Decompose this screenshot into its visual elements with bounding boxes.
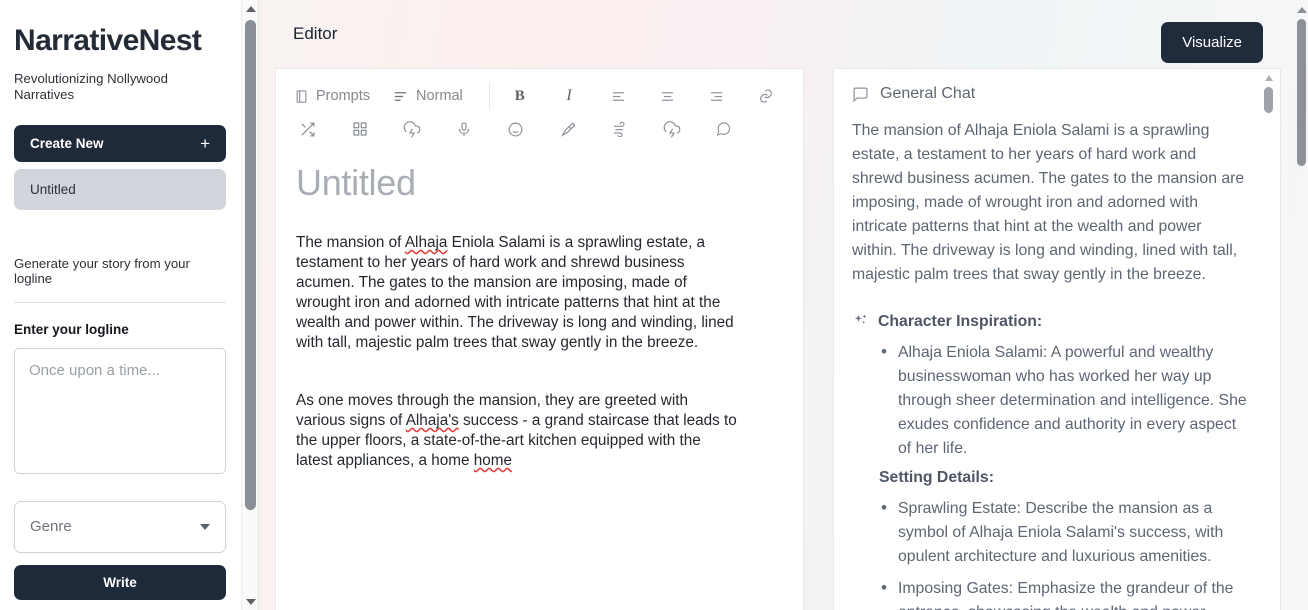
editor-toolbar: Prompts Normal B I <box>276 69 803 148</box>
app-brand-title: NarrativeNest <box>14 24 202 57</box>
align-right-button[interactable] <box>705 83 729 109</box>
scroll-up-arrow-icon[interactable] <box>242 0 259 17</box>
create-new-button[interactable]: Create New + <box>14 124 226 162</box>
smiley-icon[interactable] <box>502 116 529 142</box>
chevron-down-icon <box>200 523 210 530</box>
paragraph-1-text-a: The mansion of <box>296 234 405 251</box>
chat-scrollbar-thumb[interactable] <box>1264 87 1273 113</box>
spellcheck-word: Alhaja's <box>405 412 459 429</box>
cloud-lightning-2-icon[interactable] <box>658 116 685 142</box>
document-paragraph-2: As one moves through the mansion, they a… <box>296 391 741 471</box>
scroll-down-arrow-icon[interactable] <box>242 593 259 610</box>
logline-field-label: Enter your logline <box>14 321 129 337</box>
main-region: Editor Visualize Prompts Normal B I Unti… <box>259 0 1308 610</box>
chat-scrollbar[interactable] <box>1262 75 1275 606</box>
paragraph-style-label: Normal <box>416 88 463 104</box>
toolbar-divider <box>488 83 490 109</box>
prompts-label: Prompts <box>316 88 370 104</box>
generate-hint-text: Generate your story from your logline <box>14 255 190 286</box>
chat-panel: General Chat The mansion of Alhaja Eniol… <box>833 68 1281 610</box>
page-title: Editor <box>293 24 338 43</box>
write-button[interactable]: Write <box>14 564 226 600</box>
chat-section-1-title: Character Inspiration: <box>878 313 1043 330</box>
chat-section-2-list: Sprawling Estate: Describe the mansion a… <box>852 496 1250 610</box>
document-title[interactable]: Untitled <box>296 162 783 204</box>
align-center-button[interactable] <box>655 83 679 109</box>
genre-select-label: Genre <box>30 518 72 536</box>
panes-container: Prompts Normal B I Untitled The mansion … <box>259 68 1308 610</box>
sidebar-scrollbar[interactable] <box>241 0 258 610</box>
logline-input[interactable] <box>14 347 226 474</box>
list-item: Imposing Gates: Emphasize the grandeur o… <box>881 576 1250 610</box>
plus-icon: + <box>200 133 210 153</box>
chat-content: General Chat The mansion of Alhaja Eniol… <box>834 69 1280 610</box>
microphone-icon[interactable] <box>450 116 477 142</box>
italic-button[interactable]: I <box>557 83 581 109</box>
chat-header: General Chat <box>852 85 1250 103</box>
app-root: NarrativeNest Revolutionizing Nollywood … <box>0 0 1308 610</box>
chat-bubble-icon <box>852 86 869 103</box>
create-new-label: Create New <box>30 135 104 151</box>
chat-section-1-list: Alhaja Eniola Salami: A powerful and wea… <box>852 340 1250 461</box>
chat-header-label: General Chat <box>880 85 976 102</box>
editor-panel: Prompts Normal B I Untitled The mansion … <box>275 68 804 610</box>
app-brand-subtitle: Revolutionizing Nollywood Narratives <box>14 71 168 102</box>
page-scroll-up-arrow-icon[interactable] <box>1296 7 1307 13</box>
wind-icon[interactable] <box>606 116 633 142</box>
sidebar-scrollbar-thumb[interactable] <box>245 20 256 510</box>
link-icon[interactable] <box>754 83 778 109</box>
cloud-lightning-icon[interactable] <box>398 116 425 142</box>
document-body[interactable]: Untitled The mansion of Alhaja Eniola Sa… <box>276 162 803 471</box>
editor-toolbar-row-1: Prompts Normal B I <box>294 81 785 111</box>
sidebar: NarrativeNest Revolutionizing Nollywood … <box>0 0 259 610</box>
paragraph-1-text-b: Eniola Salami is a sprawling estate, a t… <box>296 234 734 351</box>
spellcheck-word: Alhaja <box>404 234 448 251</box>
chat-message-paragraph: The mansion of Alhaja Eniola Salami is a… <box>852 122 1245 283</box>
page-scrollbar[interactable] <box>1295 0 1308 610</box>
sparkles-icon <box>852 313 869 330</box>
book-icon <box>294 89 309 104</box>
chat-scroll-up-arrow-icon[interactable] <box>1264 75 1273 81</box>
spellcheck-word: home <box>473 452 512 469</box>
chat-section-2-heading: Setting Details: <box>852 469 1250 487</box>
story-list-item-untitled[interactable]: Untitled <box>14 168 226 210</box>
bold-button[interactable]: B <box>508 83 532 109</box>
editor-toolbar-row-2 <box>294 114 785 144</box>
chat-section-1-heading: Character Inspiration: <box>852 313 1250 331</box>
sidebar-divider <box>14 301 226 303</box>
grid-icon[interactable] <box>346 116 373 142</box>
shuffle-icon[interactable] <box>294 116 321 142</box>
page-scrollbar-thumb[interactable] <box>1297 19 1306 166</box>
genre-select[interactable]: Genre <box>14 500 226 553</box>
text-style-icon <box>392 89 409 104</box>
paragraph-style-dropdown[interactable]: Normal <box>392 88 463 104</box>
pen-tool-icon[interactable] <box>554 116 581 142</box>
align-left-button[interactable] <box>606 83 630 109</box>
list-item: Sprawling Estate: Describe the mansion a… <box>881 496 1250 569</box>
list-item: Alhaja Eniola Salami: A powerful and wea… <box>881 340 1250 461</box>
topbar: Editor Visualize <box>259 0 1308 68</box>
comment-icon[interactable] <box>710 116 737 142</box>
visualize-button[interactable]: Visualize <box>1161 22 1263 63</box>
prompts-button[interactable]: Prompts <box>294 88 370 104</box>
document-paragraph-1: The mansion of Alhaja Eniola Salami is a… <box>296 233 741 353</box>
sidebar-content: NarrativeNest Revolutionizing Nollywood … <box>0 0 241 610</box>
chat-section-2-title: Setting Details: <box>879 469 994 486</box>
story-list-item-label: Untitled <box>30 181 76 197</box>
